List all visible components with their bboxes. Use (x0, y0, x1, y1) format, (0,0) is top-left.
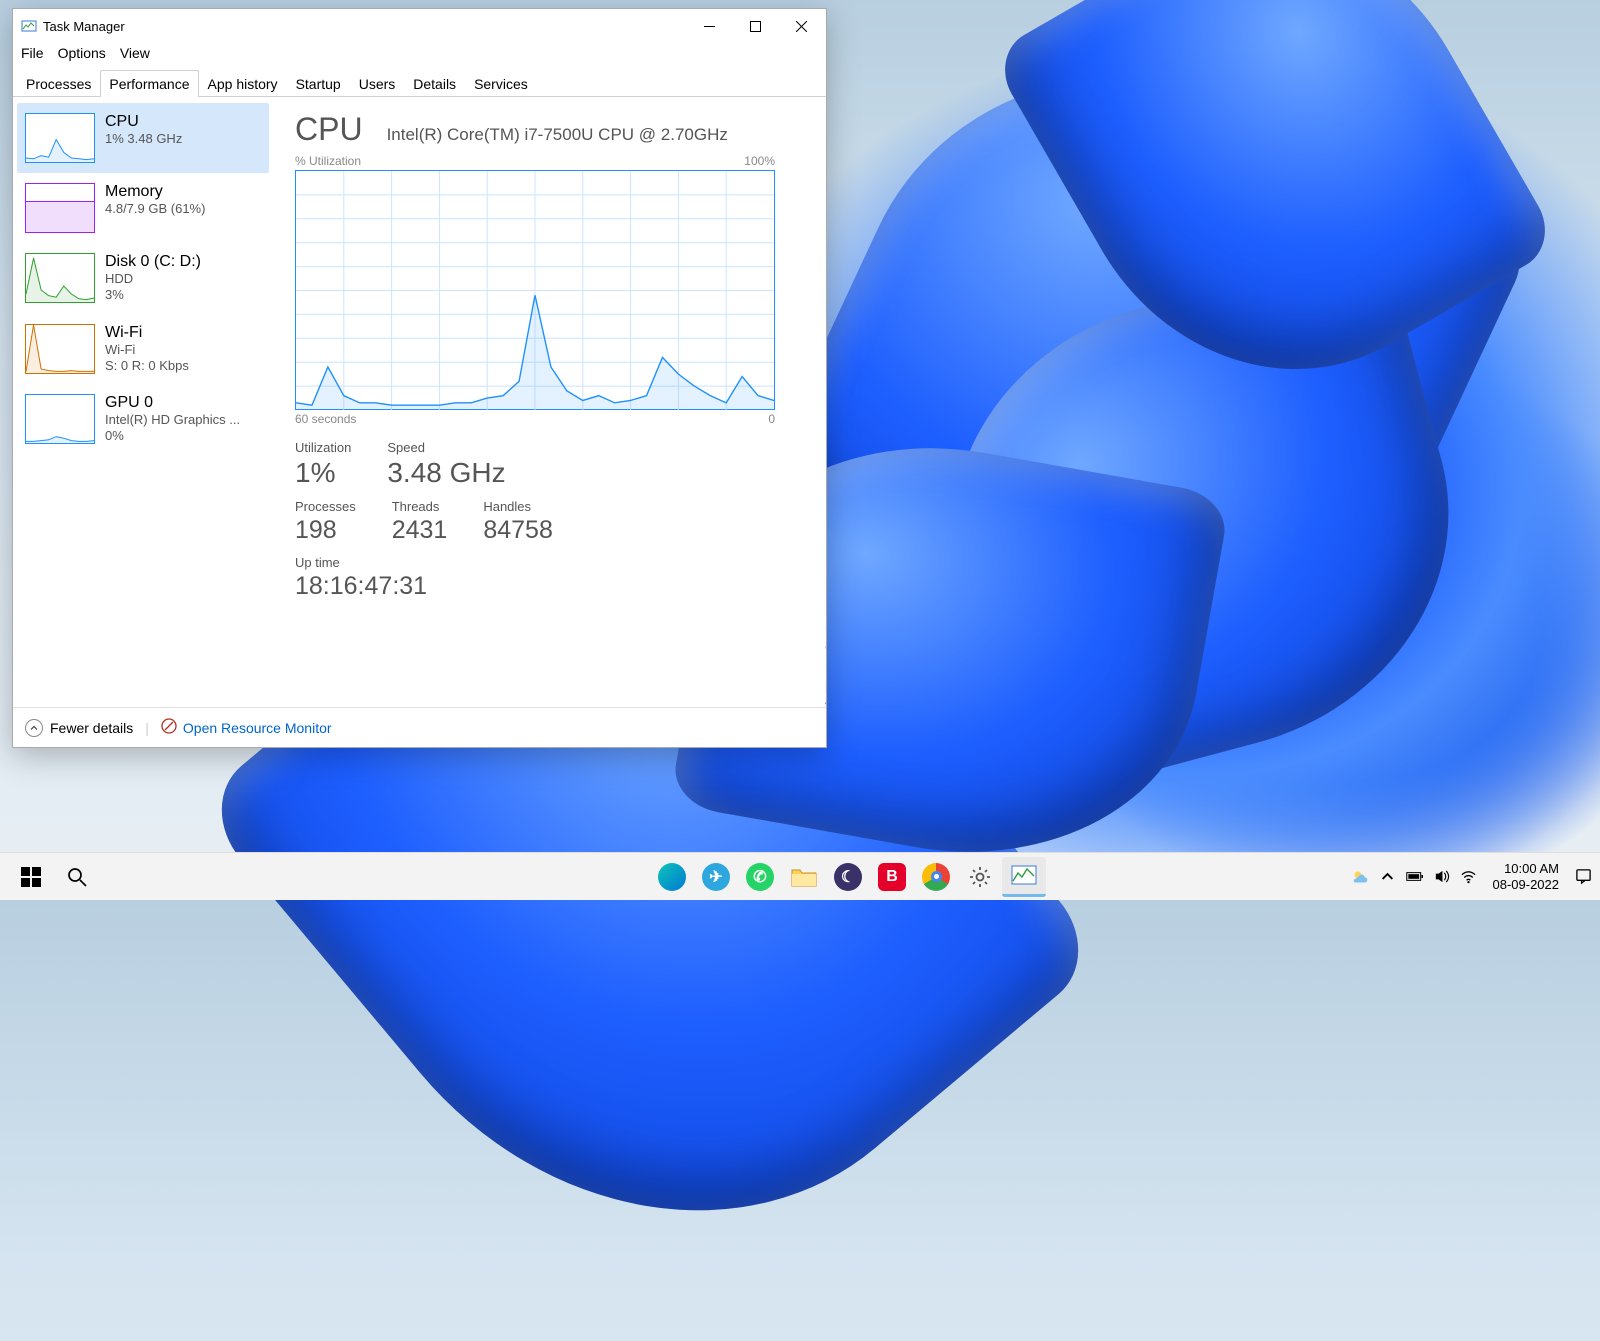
volume-icon[interactable] (1433, 868, 1450, 885)
cpu-detail-panel: CPU Intel(R) Core(TM) i7-7500U CPU @ 2.7… (273, 97, 826, 707)
sidebar-item-sub: 1% 3.48 GHz (105, 131, 182, 147)
thumb-chart-icon (25, 183, 95, 233)
processes-label: Processes (295, 499, 356, 514)
sidebar-item-title: Disk 0 (C: D:) (105, 253, 201, 271)
sidebar-item-wifi[interactable]: Wi-Fi Wi-FiS: 0 R: 0 Kbps (17, 314, 269, 385)
spec-label: Sockets: (825, 615, 826, 635)
wifi-icon[interactable] (1460, 868, 1477, 885)
spec-label: Base speed: (825, 577, 826, 613)
menu-options[interactable]: Options (58, 45, 106, 61)
thumb-chart-icon (25, 324, 95, 374)
taskbar-app-telegram[interactable]: ✈ (694, 857, 738, 897)
sidebar-item-title: GPU 0 (105, 394, 240, 412)
menu-file[interactable]: File (21, 45, 44, 61)
thumb-chart-icon (25, 394, 95, 444)
taskbar[interactable]: ✈ ✆ ☾ B 10:00 AM 08-09-2022 (0, 852, 1600, 900)
titlebar[interactable]: Task Manager (13, 9, 826, 43)
thumb-chart-icon (25, 253, 95, 303)
tab-performance[interactable]: Performance (100, 70, 198, 97)
taskbar-app-settings[interactable] (958, 857, 1002, 897)
close-button[interactable] (778, 11, 824, 41)
notifications-icon[interactable] (1575, 868, 1592, 885)
performance-sidebar: CPU 1% 3.48 GHz Memory 4.8/7.9 GB (61%) … (13, 97, 273, 707)
start-button[interactable] (8, 857, 54, 897)
cpu-utilization-chart (295, 170, 775, 410)
taskbar-app-file-explorer[interactable] (782, 857, 826, 897)
uptime-label: Up time (295, 555, 427, 570)
sidebar-item-sub: HDD3% (105, 271, 201, 304)
tab-startup[interactable]: Startup (287, 70, 350, 97)
x-axis-right: 0 (768, 412, 775, 426)
sidebar-item-cpu[interactable]: CPU 1% 3.48 GHz (17, 103, 269, 173)
sidebar-item-title: CPU (105, 113, 182, 131)
window-footer: Fewer details | Open Resource Monitor (13, 707, 826, 747)
sidebar-item-mem[interactable]: Memory 4.8/7.9 GB (61%) (17, 173, 269, 243)
spec-label: Logical processors: (825, 659, 826, 695)
tab-services[interactable]: Services (465, 70, 537, 97)
system-tray[interactable]: 10:00 AM 08-09-2022 (1352, 861, 1593, 892)
threads-value: 2431 (392, 516, 448, 545)
minimize-button[interactable] (686, 11, 732, 41)
y-axis-label: % Utilization (295, 154, 361, 168)
thumb-chart-icon (25, 113, 95, 163)
y-axis-max: 100% (744, 154, 775, 168)
spec-label: Virtualization: (825, 697, 826, 707)
taskbar-app-task-manager[interactable] (1002, 857, 1046, 897)
util-label: Utilization (295, 440, 351, 455)
menu-view[interactable]: View (120, 45, 150, 61)
window-title: Task Manager (43, 19, 125, 34)
sidebar-item-sub: Intel(R) HD Graphics ...0% (105, 412, 240, 445)
tab-users[interactable]: Users (350, 70, 405, 97)
tab-bar: Processes Performance App history Startu… (13, 69, 826, 97)
threads-label: Threads (392, 499, 448, 514)
processes-value: 198 (295, 516, 356, 545)
sidebar-item-sub: Wi-FiS: 0 R: 0 Kbps (105, 342, 189, 375)
spec-label: Cores: (825, 637, 826, 657)
handles-value: 84758 (483, 516, 553, 545)
task-manager-window: Task Manager File Options View Processes… (12, 8, 827, 748)
search-button[interactable] (54, 857, 100, 897)
taskbar-app-eclipse[interactable]: ☾ (826, 857, 870, 897)
app-icon (21, 18, 37, 34)
tray-overflow-icon[interactable] (1379, 868, 1396, 885)
fewer-details-button[interactable]: Fewer details (25, 719, 133, 737)
tab-processes[interactable]: Processes (17, 70, 100, 97)
taskbar-app-chrome[interactable] (914, 857, 958, 897)
battery-icon[interactable] (1406, 868, 1423, 885)
util-value: 1% (295, 457, 351, 489)
weather-icon[interactable] (1352, 868, 1369, 885)
speed-label: Speed (387, 440, 505, 455)
sidebar-item-gpu[interactable]: GPU 0 Intel(R) HD Graphics ...0% (17, 384, 269, 455)
sidebar-item-sub: 4.8/7.9 GB (61%) (105, 201, 205, 217)
handles-label: Handles (483, 499, 553, 514)
x-axis-left: 60 seconds (295, 412, 356, 426)
cpu-spec-table: Base speed:2.90 GHzSockets:1Cores:2Logic… (823, 575, 826, 707)
tab-details[interactable]: Details (404, 70, 465, 97)
taskbar-app-bitdefender[interactable]: B (870, 857, 914, 897)
taskbar-clock[interactable]: 10:00 AM 08-09-2022 (1487, 861, 1566, 892)
resource-monitor-icon (161, 718, 177, 737)
detail-title: CPU (295, 111, 363, 148)
sidebar-item-disk[interactable]: Disk 0 (C: D:) HDD3% (17, 243, 269, 314)
sidebar-item-title: Memory (105, 183, 205, 201)
cpu-name: Intel(R) Core(TM) i7-7500U CPU @ 2.70GHz (387, 125, 728, 145)
speed-value: 3.48 GHz (387, 457, 505, 489)
tab-app-history[interactable]: App history (199, 70, 287, 97)
menu-bar: File Options View (13, 43, 826, 69)
uptime-value: 18:16:47:31 (295, 572, 427, 601)
chevron-up-icon (25, 719, 43, 737)
open-resource-monitor-link[interactable]: Open Resource Monitor (161, 718, 332, 737)
maximize-button[interactable] (732, 11, 778, 41)
taskbar-app-edge[interactable] (650, 857, 694, 897)
taskbar-app-whatsapp[interactable]: ✆ (738, 857, 782, 897)
sidebar-item-title: Wi-Fi (105, 324, 189, 342)
